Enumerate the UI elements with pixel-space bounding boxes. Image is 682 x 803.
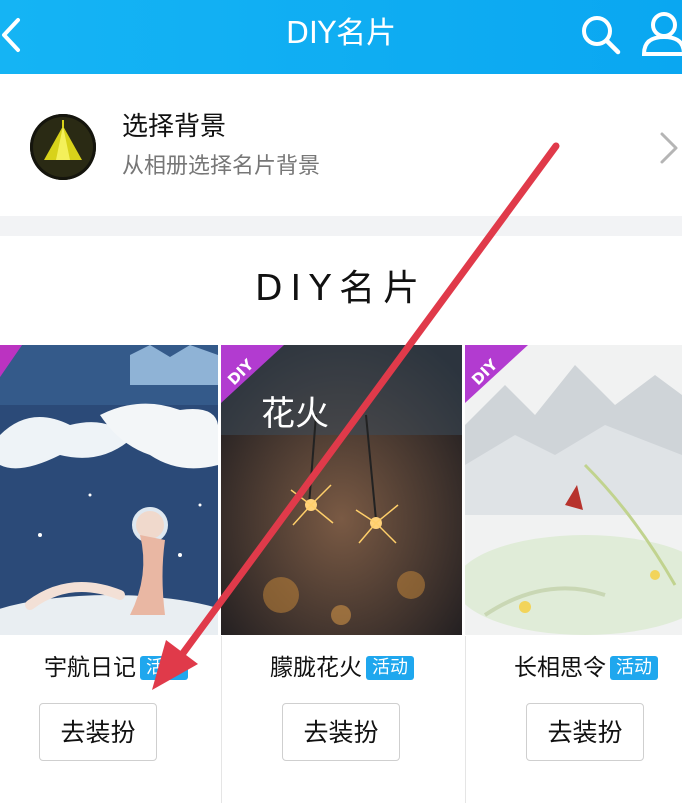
choose-background-subtitle: 从相册选择名片背景	[122, 154, 321, 179]
activity-badge: 活动	[140, 656, 188, 680]
card-divider	[465, 636, 466, 803]
card-name-row: 宇航日记 活动	[0, 652, 242, 684]
card-yuhang-riji[interactable]: 宇航日记 活动 去装扮	[0, 345, 242, 803]
card-name: 长相思令	[514, 655, 606, 681]
card-menglong-huahuo[interactable]: 花火 朦胧花火 活动 去装扮	[221, 345, 463, 803]
section-title: DIY名片	[254, 268, 428, 309]
chevron-right-icon	[660, 132, 678, 164]
choose-background-row[interactable]: 选择背景 从相册选择名片背景	[0, 74, 682, 216]
card-changxiang-siling[interactable]: 长相思令 活动 去装扮	[465, 345, 682, 803]
top-bar: DIY名片	[0, 0, 682, 74]
go-dress-up-button[interactable]: 去装扮	[39, 703, 157, 761]
card-image[interactable]	[465, 345, 682, 635]
card-image[interactable]: 花火	[221, 345, 462, 635]
activity-badge: 活动	[610, 656, 658, 680]
card-divider	[221, 636, 222, 803]
search-icon[interactable]	[578, 12, 622, 56]
card-art-text: 花火	[261, 394, 329, 434]
section-gap	[0, 216, 682, 236]
go-dress-up-button[interactable]: 去装扮	[526, 703, 644, 761]
card-name-row: 朦胧花火 活动	[221, 652, 463, 684]
user-icon[interactable]	[640, 10, 682, 56]
card-name-row: 长相思令 活动	[465, 652, 682, 684]
tent-icon	[30, 114, 96, 180]
activity-badge: 活动	[366, 656, 414, 680]
card-name: 宇航日记	[44, 655, 136, 681]
card-name: 朦胧花火	[270, 655, 362, 681]
go-dress-up-button[interactable]: 去装扮	[282, 703, 400, 761]
card-image[interactable]	[0, 345, 218, 635]
choose-background-title: 选择背景	[122, 112, 227, 142]
